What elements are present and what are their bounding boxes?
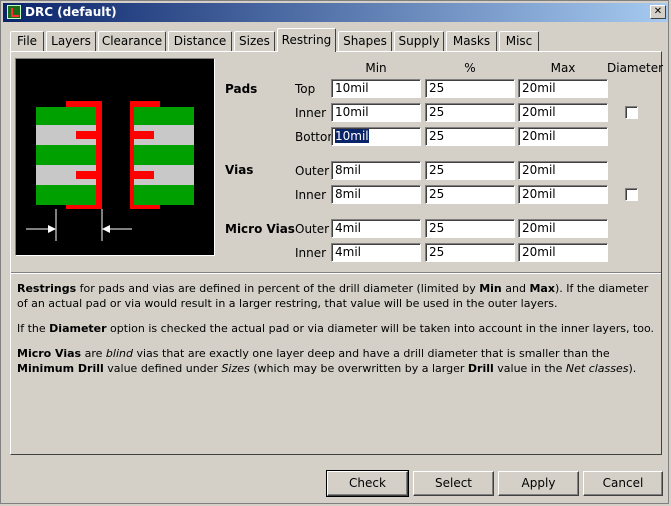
tab-supply[interactable]: Supply: [394, 31, 444, 51]
pads-diameter-checkbox[interactable]: [625, 106, 638, 119]
help-separator: [11, 272, 661, 274]
micro-outer-pct-input[interactable]: 25: [425, 219, 515, 238]
help-paragraph-restrings: Restrings for pads and vias are defined …: [17, 281, 657, 311]
pads-inner-min-input[interactable]: 10mil: [331, 103, 421, 122]
check-button[interactable]: Check: [326, 470, 409, 497]
help-term-sizes: Sizes: [221, 362, 250, 375]
help-term-max: Max: [529, 282, 555, 295]
help-text: are: [81, 347, 106, 360]
help-term-diameter: Diameter: [49, 322, 107, 335]
pads-inner-pct-input[interactable]: 25: [425, 103, 515, 122]
help-text: vias that are exactly one layer deep and…: [132, 347, 610, 360]
pads-bottom-max-input[interactable]: 20mil: [518, 127, 608, 146]
row-label-micro-inner: Inner: [295, 246, 327, 260]
help-text: value defined under: [103, 362, 222, 375]
col-pct-header: %: [464, 61, 476, 75]
drc-dialog: DRC (default) ✕ File Layers Clearance Di…: [0, 0, 669, 504]
tab-masks[interactable]: Masks: [446, 31, 497, 51]
pads-top-max-input[interactable]: 20mil: [518, 79, 608, 98]
restring-preview: [15, 58, 215, 256]
vias-inner-max-input[interactable]: 20mil: [518, 185, 608, 204]
help-text: for pads and vias are defined in percent…: [76, 282, 480, 295]
tab-file[interactable]: File: [10, 31, 44, 51]
vias-inner-pct-input[interactable]: 25: [425, 185, 515, 204]
select-button[interactable]: Select: [413, 471, 494, 496]
row-label-vias-outer: Outer: [295, 164, 330, 178]
tab-sizes[interactable]: Sizes: [234, 31, 275, 51]
micro-inner-max-input[interactable]: 20mil: [518, 243, 608, 262]
help-term-net-classes: Net classes: [565, 362, 629, 375]
title-bar: DRC (default) ✕: [3, 3, 668, 22]
close-button[interactable]: ✕: [650, 5, 666, 19]
group-vias: Vias: [225, 163, 254, 177]
help-term-drill: Drill: [467, 362, 494, 375]
cancel-button[interactable]: Cancel: [583, 471, 663, 496]
group-pads: Pads: [225, 82, 258, 96]
micro-outer-min-input[interactable]: 4mil: [331, 219, 421, 238]
vias-diameter-checkbox[interactable]: [625, 188, 638, 201]
tab-clearance[interactable]: Clearance: [98, 31, 166, 51]
pads-inner-max-input[interactable]: 20mil: [518, 103, 608, 122]
help-text: value in the: [493, 362, 566, 375]
col-min-header: Min: [365, 61, 387, 75]
pads-top-min-input[interactable]: 10mil: [331, 79, 421, 98]
micro-inner-pct-input[interactable]: 25: [425, 243, 515, 262]
group-micro-vias: Micro Vias: [225, 222, 295, 236]
pads-top-pct-input[interactable]: 25: [425, 79, 515, 98]
restring-diagram: [26, 101, 194, 241]
row-label-pads-top: Top: [295, 82, 316, 96]
tab-shapes[interactable]: Shapes: [338, 31, 392, 51]
tab-distance[interactable]: Distance: [168, 31, 232, 51]
help-text: option is checked the actual pad or via …: [106, 322, 655, 335]
help-term-blind: blind: [105, 347, 133, 360]
pads-bottom-pct-input[interactable]: 25: [425, 127, 515, 146]
col-max-header: Max: [550, 61, 576, 75]
window-title: DRC (default): [25, 5, 117, 19]
row-label-pads-inner: Inner: [295, 106, 327, 120]
help-text: (which may be overwritten by a larger: [249, 362, 468, 375]
help-term-restrings: Restrings: [17, 282, 77, 295]
help-text: If the: [17, 322, 50, 335]
help-term-minimum-drill: Minimum Drill: [17, 362, 104, 375]
row-label-micro-outer: Outer: [295, 222, 330, 236]
eagle-app-icon: [7, 5, 21, 19]
row-label-vias-inner: Inner: [295, 188, 327, 202]
vias-inner-min-input[interactable]: 8mil: [331, 185, 421, 204]
selected-text: 10mil: [335, 129, 369, 143]
pads-bottom-min-input[interactable]: 10mil: [331, 127, 421, 146]
tab-layers[interactable]: Layers: [46, 31, 96, 51]
vias-outer-min-input[interactable]: 8mil: [331, 161, 421, 180]
vias-outer-pct-input[interactable]: 25: [425, 161, 515, 180]
micro-outer-max-input[interactable]: 20mil: [518, 219, 608, 238]
help-term-min: Min: [479, 282, 502, 295]
tab-misc[interactable]: Misc: [499, 31, 539, 51]
help-paragraph-diameter: If the Diameter option is checked the ac…: [17, 321, 657, 336]
tab-restring[interactable]: Restring: [277, 28, 336, 52]
micro-inner-min-input[interactable]: 4mil: [331, 243, 421, 262]
help-term-micro-vias: Micro Vias: [17, 347, 82, 360]
help-text: ).: [628, 362, 637, 375]
vias-outer-max-input[interactable]: 20mil: [518, 161, 608, 180]
apply-button[interactable]: Apply: [498, 471, 579, 496]
help-text: and: [501, 282, 530, 295]
col-diameter-header: Diameter: [607, 61, 664, 75]
help-paragraph-micro-vias: Micro Vias are blind vias that are exact…: [17, 346, 657, 376]
